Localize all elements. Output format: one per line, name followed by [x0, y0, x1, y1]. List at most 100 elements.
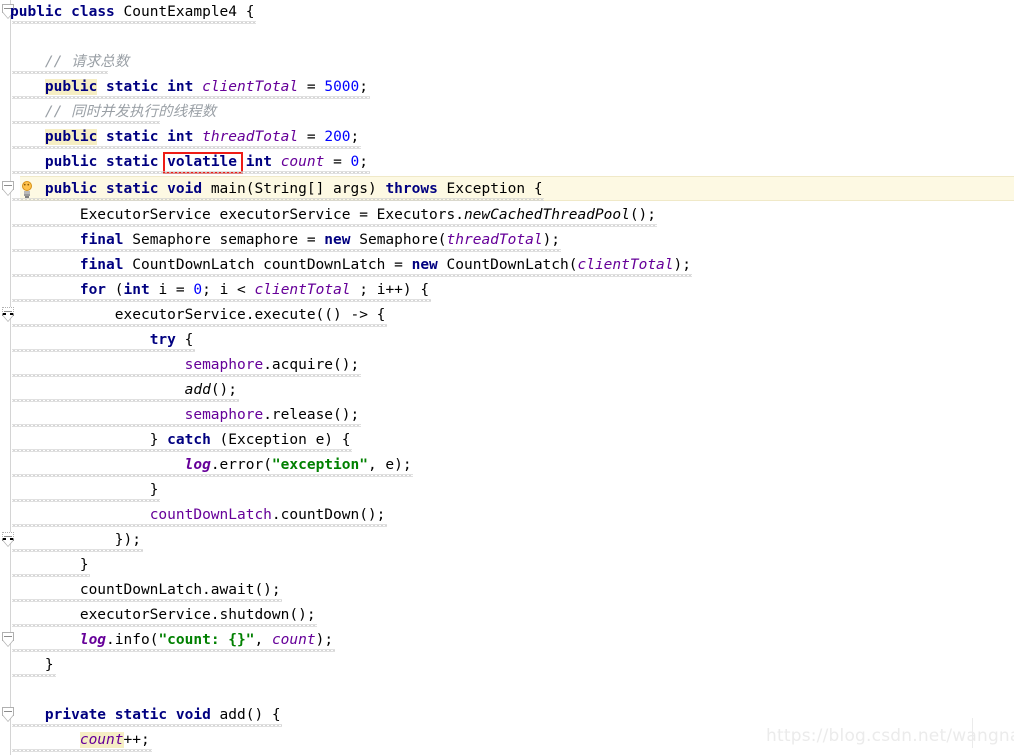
- indent-guide: [12, 624, 318, 627]
- code-token: clientTotal: [202, 79, 299, 95]
- code-token: }: [149, 432, 168, 448]
- code-token: ++;: [123, 732, 150, 748]
- code-token: final: [79, 232, 124, 248]
- code-token: ;: [359, 154, 369, 170]
- code-token: // 同时并发执行的线程数: [44, 104, 217, 120]
- code-token: ; i <: [202, 282, 255, 298]
- code-token: count: [79, 732, 124, 748]
- code-token: static: [106, 79, 159, 95]
- code-token: private: [44, 707, 107, 723]
- code-token: throws: [385, 181, 438, 197]
- code-token: ExecutorService executorService = Execut…: [79, 207, 464, 223]
- code-token: static: [114, 707, 168, 723]
- code-token: semaphore: [184, 357, 264, 373]
- code-token: catch: [167, 432, 211, 448]
- code-token: ;: [359, 79, 368, 95]
- code-token: new: [411, 257, 438, 273]
- code-token: Semaphore semaphore =: [123, 232, 325, 248]
- code-token: public: [10, 4, 63, 20]
- code-token: threadTotal: [446, 232, 543, 248]
- code-token: Semaphore(: [350, 232, 447, 248]
- code-token: int: [167, 79, 194, 95]
- code-token: semaphore: [184, 407, 264, 423]
- code-token: , e);: [367, 457, 412, 473]
- code-token: clientTotal: [577, 257, 674, 273]
- indent-guide: [12, 349, 196, 352]
- code-token: threadTotal: [202, 129, 299, 145]
- code-token: public: [44, 129, 98, 145]
- indent-guide: [12, 599, 283, 602]
- code-token: static: [106, 129, 159, 145]
- indent-guide: [12, 574, 91, 577]
- code-token: 0: [350, 154, 360, 170]
- code-token: ();: [629, 207, 657, 223]
- code-token: 200: [324, 129, 351, 145]
- code-token: void: [175, 707, 211, 723]
- indent-guide: [12, 499, 161, 502]
- code-token: .countDown();: [271, 507, 386, 523]
- code-token: add() {: [210, 707, 281, 723]
- code-token: .release();: [263, 407, 360, 423]
- indent-guide: [12, 399, 239, 402]
- code-token: );: [315, 632, 334, 648]
- code-content[interactable]: public class CountExample4 { // 请求总数 pub…: [0, 0, 1014, 755]
- code-token: ();: [210, 382, 238, 398]
- indent-guide: [12, 198, 544, 201]
- code-token: try: [149, 332, 176, 348]
- indent-guide: [12, 21, 257, 24]
- indent-guide: [12, 374, 361, 377]
- code-token: final: [79, 257, 124, 273]
- code-token: void: [167, 181, 203, 197]
- indent-guide: [12, 249, 562, 252]
- code-token: }: [44, 657, 54, 673]
- code-token: main: [210, 181, 246, 197]
- code-token: Exception {: [437, 181, 543, 197]
- code-token: log: [79, 632, 107, 648]
- code-token: clientTotal: [254, 282, 351, 298]
- code-token: }: [79, 557, 89, 573]
- code-token: );: [673, 257, 691, 273]
- code-token: ;: [350, 129, 360, 145]
- indent-guide: [12, 274, 693, 277]
- indent-guide: [12, 449, 353, 452]
- code-token: {: [237, 4, 255, 20]
- indent-guide: [12, 121, 161, 124]
- code-token: public: [44, 79, 98, 95]
- code-token: CountDownLatch countDownLatch =: [123, 257, 412, 273]
- code-token: .error(: [210, 457, 272, 473]
- code-token: add: [184, 382, 211, 398]
- indent-guide: [12, 524, 387, 527]
- code-token: public: [44, 181, 98, 197]
- indent-guide: [12, 549, 143, 552]
- indent-guide: [12, 649, 335, 652]
- indent-guide: [12, 724, 283, 727]
- code-token: new: [324, 232, 351, 248]
- code-token: });: [114, 532, 141, 548]
- code-token: countDownLatch: [149, 507, 272, 523]
- code-token: executorService.shutdown();: [79, 607, 316, 623]
- indent-guide: [12, 146, 361, 149]
- code-token: =: [298, 129, 325, 145]
- code-token: i =: [149, 282, 194, 298]
- code-editor[interactable]: •• public class CountExample4 { // 请求总数 …: [0, 0, 1014, 755]
- indent-guide: [12, 299, 431, 302]
- code-token: public: [44, 154, 98, 170]
- code-token: );: [542, 232, 561, 248]
- code-token: =: [298, 79, 325, 95]
- indent-guide: [12, 224, 658, 227]
- code-token: int: [123, 282, 150, 298]
- indent-guide: [12, 674, 56, 677]
- code-token: newCachedThreadPool: [463, 207, 630, 223]
- code-token: for: [79, 282, 107, 298]
- code-token: (Exception e) {: [210, 432, 351, 448]
- code-token: (String[] args): [245, 181, 386, 197]
